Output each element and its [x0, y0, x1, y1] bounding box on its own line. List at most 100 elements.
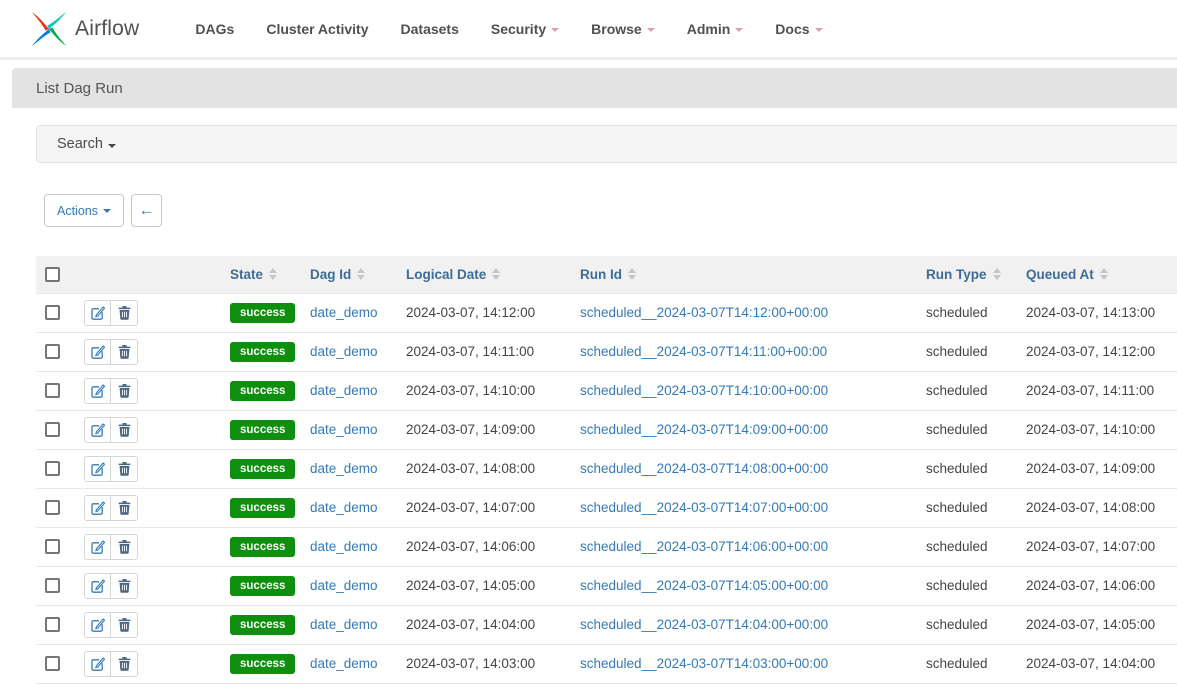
dag-id-link[interactable]: date_demo [310, 344, 378, 359]
run-id-link[interactable]: scheduled__2024-03-07T14:08:00+00:00 [580, 461, 828, 476]
run-id-link[interactable]: scheduled__2024-03-07T14:05:00+00:00 [580, 578, 828, 593]
dag-id-link[interactable]: date_demo [310, 539, 378, 554]
row-checkbox[interactable] [45, 305, 60, 320]
row-checkbox[interactable] [45, 656, 60, 671]
sort-link[interactable]: Logical Date [406, 267, 500, 282]
run-id-link[interactable]: scheduled__2024-03-07T14:12:00+00:00 [580, 305, 828, 320]
row-checkbox[interactable] [45, 344, 60, 359]
run-id-link[interactable]: scheduled__2024-03-07T14:11:00+00:00 [580, 344, 827, 359]
dag-id-cell: date_demo [302, 644, 398, 683]
dag-id-link[interactable]: date_demo [310, 617, 378, 632]
run-id-link[interactable]: scheduled__2024-03-07T14:06:00+00:00 [580, 539, 828, 554]
sort-link[interactable]: Run Type [926, 267, 1001, 282]
delete-record-button[interactable] [111, 300, 138, 326]
row-checkbox[interactable] [45, 461, 60, 476]
nav-item-admin[interactable]: Admin [671, 21, 760, 37]
delete-record-button[interactable] [111, 651, 138, 677]
run-id-link[interactable]: scheduled__2024-03-07T14:03:00+00:00 [580, 656, 828, 671]
row-checkbox[interactable] [45, 500, 60, 515]
column-header-state: State [222, 256, 302, 293]
nav-item-cluster-activity[interactable]: Cluster Activity [250, 21, 384, 37]
actions-button[interactable]: Actions [44, 194, 124, 227]
run-id-link[interactable]: scheduled__2024-03-07T14:09:00+00:00 [580, 422, 828, 437]
actions-button-label: Actions [57, 204, 98, 218]
dag-id-link[interactable]: date_demo [310, 305, 378, 320]
dag-id-cell: date_demo [302, 488, 398, 527]
row-checkbox[interactable] [45, 383, 60, 398]
edit-record-button[interactable] [84, 378, 111, 404]
sort-link[interactable]: Queued At [1026, 267, 1108, 282]
dag-id-link[interactable]: date_demo [310, 656, 378, 671]
back-button[interactable]: ← [131, 194, 162, 227]
chevron-down-icon [551, 28, 559, 32]
logical-date-cell: 2024-03-07, 14:10:00 [398, 371, 572, 410]
delete-record-button[interactable] [111, 339, 138, 365]
sort-icon [993, 268, 1001, 280]
edit-record-button[interactable] [84, 456, 111, 482]
nav-item-datasets[interactable]: Datasets [385, 21, 475, 37]
sort-icon [492, 268, 500, 280]
sort-link[interactable]: State [230, 267, 277, 282]
sort-icon [628, 268, 636, 280]
nav-item-dags[interactable]: DAGs [179, 21, 250, 37]
edit-record-button[interactable] [84, 495, 111, 521]
edit-record-button[interactable] [84, 651, 111, 677]
table-row: successdate_demo2024-03-07, 14:08:00sche… [36, 449, 1177, 488]
delete-record-button[interactable] [111, 495, 138, 521]
run-type-cell: scheduled [918, 566, 1018, 605]
dag-id-link[interactable]: date_demo [310, 461, 378, 476]
nav-item-label: Admin [687, 21, 731, 37]
nav-item-browse[interactable]: Browse [575, 21, 671, 37]
dag-id-link[interactable]: date_demo [310, 578, 378, 593]
delete-record-button[interactable] [111, 417, 138, 443]
brand-title: Airflow [75, 17, 139, 41]
edit-record-button[interactable] [84, 612, 111, 638]
row-checkbox[interactable] [45, 539, 60, 554]
state-cell: success [222, 527, 302, 566]
airflow-brand[interactable]: Airflow [30, 10, 139, 48]
queued-at-cell: 2024-03-07, 14:06:00 [1018, 566, 1177, 605]
delete-record-button[interactable] [111, 573, 138, 599]
row-checkbox[interactable] [45, 617, 60, 632]
nav-item-label: Docs [775, 21, 809, 37]
state-badge: success [230, 420, 295, 440]
run-type-cell: scheduled [918, 371, 1018, 410]
nav-item-label: DAGs [195, 21, 234, 37]
nav-item-security[interactable]: Security [475, 21, 575, 37]
row-actions-cell [76, 644, 222, 683]
sort-link[interactable]: Run Id [580, 267, 636, 282]
nav-item-label: Datasets [401, 21, 459, 37]
delete-record-button[interactable] [111, 534, 138, 560]
edit-record-button[interactable] [84, 339, 111, 365]
edit-record-button[interactable] [84, 417, 111, 443]
delete-record-button[interactable] [111, 612, 138, 638]
delete-record-button[interactable] [111, 456, 138, 482]
search-dropdown[interactable]: Search [36, 125, 1177, 163]
pencil-square-icon [91, 579, 105, 593]
queued-at-cell: 2024-03-07, 14:05:00 [1018, 605, 1177, 644]
delete-record-button[interactable] [111, 378, 138, 404]
dag-id-link[interactable]: date_demo [310, 422, 378, 437]
row-checkbox-cell [36, 293, 76, 332]
panel-heading: List Dag Run [12, 68, 1177, 108]
list-dag-run-panel: List Dag Run Search Actions ← [12, 68, 1177, 684]
row-checkbox[interactable] [45, 422, 60, 437]
run-id-link[interactable]: scheduled__2024-03-07T14:07:00+00:00 [580, 500, 828, 515]
edit-record-button[interactable] [84, 534, 111, 560]
edit-record-button[interactable] [84, 573, 111, 599]
pencil-square-icon [91, 345, 105, 359]
column-header-label: Run Type [926, 267, 987, 282]
select-all-checkbox[interactable] [45, 267, 60, 282]
logical-date-cell: 2024-03-07, 14:06:00 [398, 527, 572, 566]
state-badge: success [230, 615, 295, 635]
sort-link[interactable]: Dag Id [310, 267, 365, 282]
nav-item-docs[interactable]: Docs [759, 21, 838, 37]
queued-at-cell: 2024-03-07, 14:11:00 [1018, 371, 1177, 410]
row-checkbox-cell [36, 371, 76, 410]
run-id-link[interactable]: scheduled__2024-03-07T14:04:00+00:00 [580, 617, 828, 632]
edit-record-button[interactable] [84, 300, 111, 326]
run-id-link[interactable]: scheduled__2024-03-07T14:10:00+00:00 [580, 383, 828, 398]
row-checkbox[interactable] [45, 578, 60, 593]
dag-id-link[interactable]: date_demo [310, 500, 378, 515]
dag-id-link[interactable]: date_demo [310, 383, 378, 398]
